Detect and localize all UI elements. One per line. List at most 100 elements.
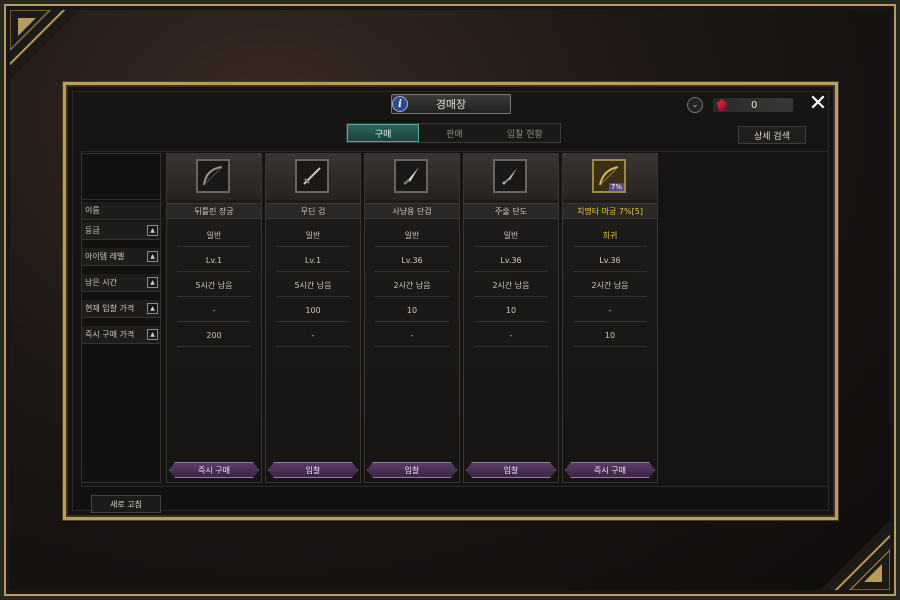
item-level: Lv.1	[205, 255, 223, 265]
label-text: 아이템 레벨	[85, 252, 125, 261]
detail-search-button[interactable]: 상세 검색	[738, 126, 806, 144]
buyout-button[interactable]: 즉시 구매	[169, 462, 259, 478]
sort-up-icon[interactable]: ▲	[147, 277, 158, 288]
sort-up-icon[interactable]: ▲	[147, 251, 158, 262]
item-current-bid: -	[608, 305, 612, 315]
card-header: 7%	[563, 154, 657, 200]
divider	[276, 271, 350, 272]
window-body: 경매장 i ⌄ 0 ✕ 구매 판매 입찰 현황 상세 검색 이름 등급 ▲ 아이템…	[72, 91, 829, 513]
divider	[474, 321, 548, 322]
close-icon[interactable]: ✕	[808, 93, 828, 115]
item-card[interactable]: 주술 단도 일반 Lv.36 2시간 남음 10 - 입찰	[463, 153, 559, 483]
divider	[375, 271, 449, 272]
item-buyout-price: -	[410, 330, 414, 340]
sort-up-icon[interactable]: ▲	[147, 225, 158, 236]
window-title: 경매장	[391, 94, 511, 114]
item-time-left: 2시간 남음	[492, 280, 530, 290]
item-name: 주술 단도	[464, 203, 558, 219]
item-level: Lv.1	[304, 255, 322, 265]
tab-sell[interactable]: 판매	[419, 124, 489, 142]
item-badge: 7%	[608, 183, 624, 191]
item-card[interactable]: 사냥용 단검 일반 Lv.36 2시간 남음 10 - 입찰	[364, 153, 460, 483]
item-current-bid: 100	[305, 305, 321, 315]
item-buyout-price: -	[509, 330, 513, 340]
divider	[375, 296, 449, 297]
dagger-icon	[394, 159, 428, 193]
item-name: 뒤틀린 장궁	[167, 203, 261, 219]
label-remaining-time[interactable]: 남은 시간 ▲	[82, 274, 160, 292]
bid-button[interactable]: 입찰	[466, 462, 556, 478]
frame-corner-ornament	[810, 510, 900, 600]
divider	[177, 246, 251, 247]
item-name: 치명타 마궁 7%[5]	[563, 203, 657, 219]
item-card[interactable]: 뒤틀린 장궁 일반 Lv.1 5시간 남음 - 200 즉시 구매	[166, 153, 262, 483]
item-card[interactable]: 무딘 검 일반 Lv.1 5시간 남음 100 - 입찰	[265, 153, 361, 483]
item-grade: 일반	[503, 230, 519, 240]
label-buyout-price[interactable]: 즉시 구매 가격 ▲	[82, 326, 160, 344]
card-header	[464, 154, 558, 200]
info-icon[interactable]: i	[392, 96, 408, 112]
item-time-left: 2시간 남음	[393, 280, 431, 290]
divider	[276, 321, 350, 322]
item-buyout-price: 10	[604, 330, 616, 340]
divider	[375, 321, 449, 322]
divider	[177, 321, 251, 322]
divider	[573, 271, 647, 272]
card-header	[266, 154, 360, 200]
divider	[573, 296, 647, 297]
item-level: Lv.36	[401, 255, 423, 265]
buyout-button[interactable]: 즉시 구매	[565, 462, 655, 478]
label-text: 남은 시간	[85, 278, 117, 287]
divider	[276, 296, 350, 297]
item-name: 사냥용 단검	[365, 203, 459, 219]
card-header	[167, 154, 261, 200]
label-text: 즉시 구매 가격	[85, 330, 135, 339]
item-grade: 일반	[404, 230, 420, 240]
item-time-left: 2시간 남음	[591, 280, 629, 290]
currency-display: 0	[713, 98, 793, 112]
card-header	[365, 154, 459, 200]
item-time-left: 5시간 남음	[294, 280, 332, 290]
divider	[177, 346, 251, 347]
divider	[573, 246, 647, 247]
divider	[375, 246, 449, 247]
label-text: 현재 입찰 가격	[85, 304, 135, 313]
label-grade[interactable]: 등급 ▲	[82, 222, 160, 240]
chevron-down-icon[interactable]: ⌄	[687, 97, 703, 113]
item-level: Lv.36	[500, 255, 522, 265]
item-current-bid: -	[212, 305, 216, 315]
item-grade: 일반	[305, 230, 321, 240]
divider	[573, 321, 647, 322]
dagger-icon	[493, 159, 527, 193]
label-column-header	[82, 154, 160, 200]
bid-button[interactable]: 입찰	[367, 462, 457, 478]
magic-bow-icon: 7%	[592, 159, 626, 193]
refresh-button[interactable]: 새로 고침	[91, 495, 161, 513]
item-level: Lv.36	[599, 255, 621, 265]
longbow-icon	[196, 159, 230, 193]
divider	[375, 346, 449, 347]
sword-icon	[295, 159, 329, 193]
tab-buy[interactable]: 구매	[347, 124, 420, 142]
row-label-column: 이름 등급 ▲ 아이템 레벨 ▲ 남은 시간 ▲ 현재 입찰 가격 ▲ 즉시 구매 가격…	[81, 153, 161, 483]
divider	[177, 271, 251, 272]
sort-up-icon[interactable]: ▲	[147, 303, 158, 314]
label-item-level[interactable]: 아이템 레벨 ▲	[82, 248, 160, 266]
label-text: 이름	[85, 206, 100, 215]
divider	[474, 246, 548, 247]
divider	[474, 346, 548, 347]
currency-amount: 0	[751, 99, 758, 111]
item-buyout-price: -	[311, 330, 315, 340]
divider	[573, 346, 647, 347]
divider	[474, 296, 548, 297]
tab-bid-status[interactable]: 입찰 현황	[490, 124, 560, 142]
item-buyout-price: 200	[206, 330, 222, 340]
label-name: 이름	[82, 202, 160, 220]
bid-button[interactable]: 입찰	[268, 462, 358, 478]
label-current-bid[interactable]: 현재 입찰 가격 ▲	[82, 300, 160, 318]
label-text: 등급	[85, 226, 100, 235]
item-card[interactable]: 7% 치명타 마궁 7%[5] 희귀 Lv.36 2시간 남음 - 10 즉시 …	[562, 153, 658, 483]
item-grade: 희귀	[602, 230, 618, 240]
red-gem-icon	[717, 99, 727, 111]
sort-up-icon[interactable]: ▲	[147, 329, 158, 340]
